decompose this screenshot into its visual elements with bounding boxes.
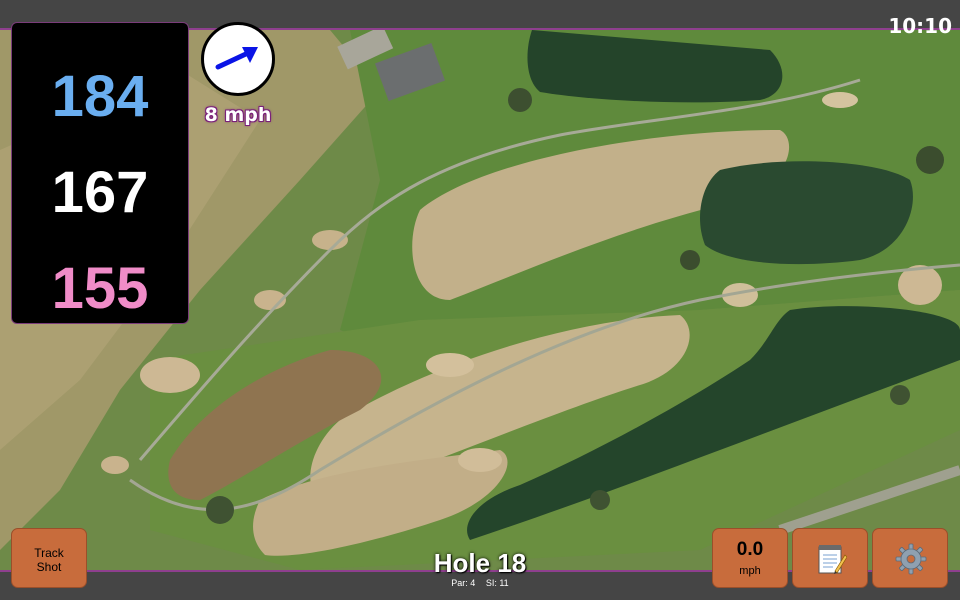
speed-button[interactable]: 0.0 mph [712,528,788,588]
wind-dial [201,22,275,96]
track-shot-label-line2: Shot [36,560,62,574]
distance-panel: 184 167 155 [11,22,189,324]
distance-back: 184 [51,64,149,129]
notes-button[interactable] [792,528,868,588]
distance-front: 155 [51,256,149,321]
speed-unit: mph [739,565,761,577]
speed-value: 0.0 [736,539,764,560]
stroke-index-label: SI: 11 [485,578,509,588]
wind-speed: 8 mph [204,104,272,126]
par-label: Par: 4 [451,578,476,588]
track-shot-label-line1: Track [34,546,64,560]
clock: 10:10 [888,14,952,38]
notepad-icon [818,545,847,574]
settings-button[interactable] [872,528,948,588]
wind-arrow-icon [215,47,258,70]
gear-icon [895,543,927,575]
hole-info: Par: 4 SI: 11 [380,578,580,588]
hole-title: Hole 18 [433,548,527,578]
distance-middle: 167 [51,160,149,225]
track-shot-button[interactable]: Track Shot [11,528,87,588]
